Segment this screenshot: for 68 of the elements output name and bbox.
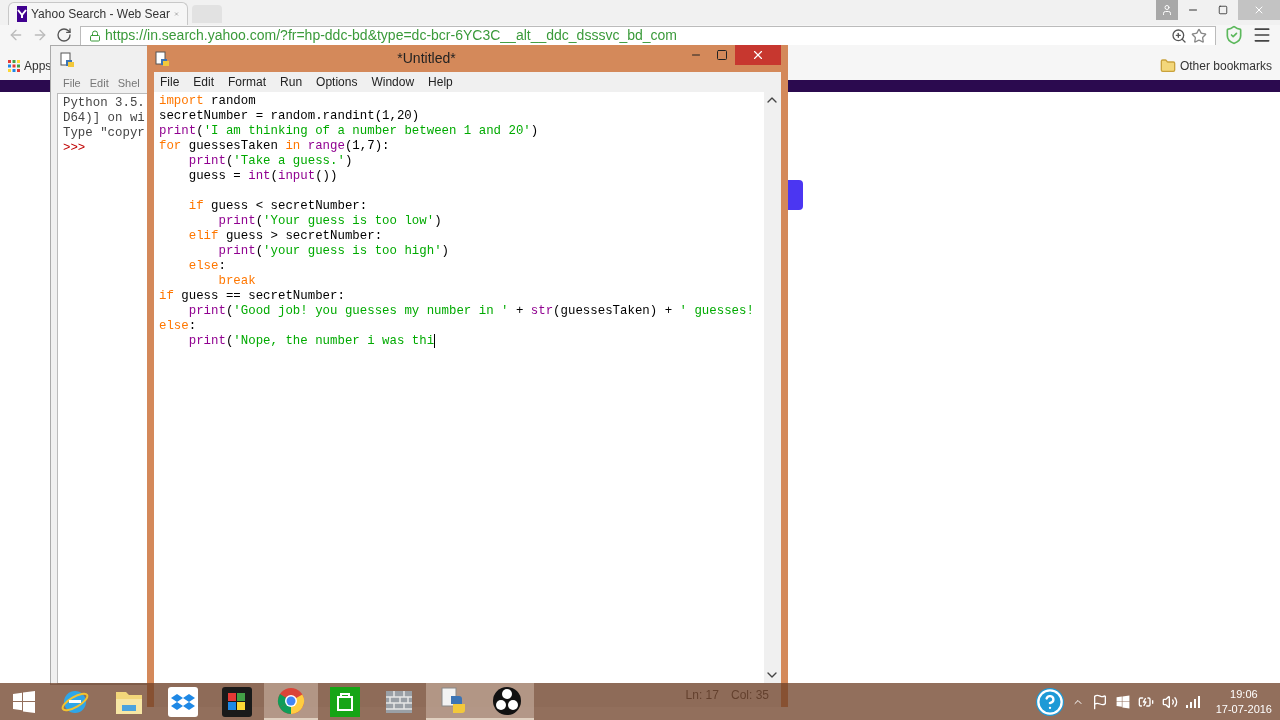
code-line: for guessesTaken in range(1,7):	[159, 139, 391, 154]
shopping-bag-icon[interactable]	[330, 686, 360, 717]
yahoo-logo-icon	[17, 6, 27, 22]
reload-icon[interactable]	[56, 27, 72, 43]
bookmark-item[interactable]: Apps	[8, 56, 52, 75]
code-line: print('Nope, the number i was thi	[187, 334, 437, 349]
lock-icon	[89, 29, 101, 42]
code-line: print('Your guess is too low')	[217, 214, 443, 229]
menu-item[interactable]: Window	[371, 73, 415, 91]
zoom-icon[interactable]	[1171, 27, 1187, 44]
dropbox-icon[interactable]	[168, 686, 198, 717]
maximize-icon[interactable]	[716, 49, 728, 61]
menu-item[interactable]: Run	[280, 73, 303, 91]
code-line: import random	[159, 94, 257, 109]
other-bookmarks[interactable]: Other bookmarks	[1159, 56, 1272, 75]
puzzle-icon[interactable]	[222, 686, 252, 717]
code-line: if guess == secretNumber:	[159, 289, 346, 304]
code-line: print('Good job! you guesses my number in ' + str(guessesTaken) + ' guesses!	[187, 304, 755, 319]
close-icon	[751, 48, 765, 62]
obs-icon[interactable]	[492, 685, 522, 716]
menu-item[interactable]: Edit	[89, 74, 109, 92]
folder-icon	[1159, 57, 1176, 74]
windows-icon[interactable]	[12, 689, 36, 714]
menu-item[interactable]: File	[160, 73, 180, 91]
menu-item[interactable]: File	[63, 74, 81, 92]
code-line: else:	[159, 319, 198, 334]
signal-icon[interactable]	[1185, 695, 1200, 708]
idle-icon	[154, 50, 170, 67]
clock[interactable]: 19:06 17-07-2016	[1215, 686, 1272, 717]
menu-item[interactable]: Format	[228, 73, 267, 91]
code-line: if guess < secretNumber:	[187, 199, 369, 214]
taskbar-app[interactable]	[480, 683, 534, 720]
menu-item[interactable]: Shel	[117, 74, 140, 92]
window-title: *Untitled*	[396, 49, 457, 68]
code-line: elif guess > secretNumber:	[187, 229, 384, 244]
code-line: break	[217, 274, 257, 289]
menu-item[interactable]: Options	[316, 73, 358, 91]
shell-line: Python 3.5.	[63, 96, 145, 111]
idle-icon	[59, 51, 75, 68]
shell-line: >>>	[63, 141, 86, 156]
python-icon[interactable]	[438, 685, 468, 716]
code-line: print('your guess is too high')	[217, 244, 450, 259]
menu-icon[interactable]	[1252, 25, 1272, 45]
code-line: print('Take a guess.')	[187, 154, 354, 169]
menu-item[interactable]: Edit	[193, 73, 215, 91]
address-bar[interactable]: https://in.search.yahoo.com/?fr=hp-ddc-bd&type=dc-bcr-6YC3C__alt__ddc_dsssvc_bd_com	[80, 25, 1216, 45]
code-line: else:	[187, 259, 227, 274]
flag-icon[interactable]	[1091, 693, 1108, 710]
close-icon	[1253, 4, 1265, 16]
shell-line: Type "copyr	[63, 126, 145, 141]
tab-title: Yahoo Search - Web Sear	[31, 6, 170, 23]
browser-tab[interactable]: Yahoo Search - Web Sear	[8, 2, 188, 25]
windows-icon[interactable]	[1115, 694, 1130, 709]
speaker-icon[interactable]	[1161, 693, 1178, 710]
code-line: secretNumber = random.randint(1,20)	[159, 109, 421, 124]
chrome-icon[interactable]	[276, 685, 306, 716]
star-icon[interactable]	[1191, 27, 1207, 44]
text-cursor	[434, 334, 436, 348]
grid-icon	[8, 59, 20, 72]
shell-line: D64)] on wi	[63, 111, 145, 126]
menu-item[interactable]: Help	[428, 73, 453, 91]
code-line: print('I am thinking of a number between 1 and 20')	[159, 124, 540, 139]
code-line: guess = int(input())	[187, 169, 339, 184]
user-icon	[1161, 4, 1173, 16]
restore-icon[interactable]	[1218, 5, 1228, 15]
brick-wall-icon[interactable]	[384, 688, 414, 715]
shield-icon[interactable]	[1224, 25, 1244, 45]
help-icon[interactable]	[1035, 687, 1064, 716]
